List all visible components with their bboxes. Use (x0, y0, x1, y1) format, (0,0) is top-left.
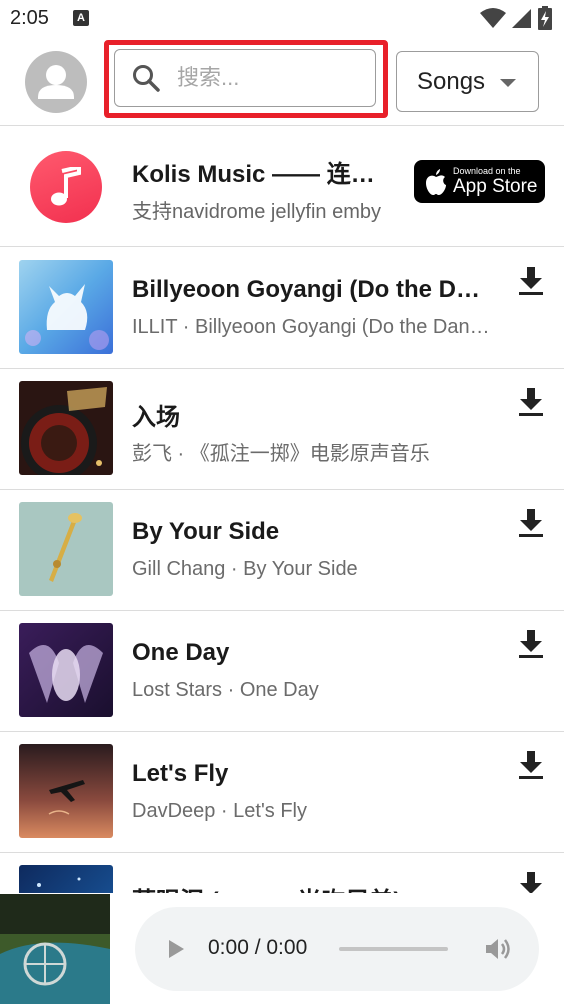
progress-slider[interactable] (339, 947, 448, 951)
song-row[interactable]: Billyeoon Goyangi (Do the Dance) ILLIT ·… (0, 248, 564, 369)
song-title: 入场 (132, 404, 180, 431)
download-icon[interactable] (517, 266, 545, 296)
now-playing-cover[interactable] (0, 894, 110, 1004)
download-icon[interactable] (517, 629, 545, 659)
promo-title: Kolis Music —— 连接音乐 (132, 161, 392, 188)
download-icon[interactable] (517, 387, 545, 417)
type-select-value: Songs (417, 67, 486, 95)
song-title: One Day (132, 639, 230, 666)
album-cover (19, 744, 113, 838)
song-title: Let's Fly (132, 760, 229, 787)
apple-icon (426, 168, 446, 195)
search-icon (133, 65, 160, 92)
battery-charging-icon (538, 6, 552, 30)
album-cover (19, 381, 113, 475)
song-row[interactable]: Let's Fly DavDeep · Let's Fly (0, 732, 564, 853)
play-icon[interactable] (169, 940, 184, 958)
promo-banner[interactable]: Kolis Music —— 连接音乐 支持navidrome jellyfin… (0, 127, 564, 247)
song-meta: DavDeep · Let's Fly (132, 800, 307, 822)
app-store-button[interactable]: Download on the App Store (414, 160, 545, 203)
playback-time: 0:00 / 0:00 (208, 936, 308, 959)
header: Songs (0, 38, 564, 126)
type-select[interactable]: Songs (396, 51, 539, 112)
music-app-icon (30, 151, 102, 223)
search-input[interactable] (177, 65, 357, 91)
volume-icon[interactable] (484, 936, 512, 962)
search-box[interactable] (114, 49, 376, 107)
music-note-icon (51, 167, 81, 206)
song-row[interactable]: 入场 彭飞 · 《孤注一掷》电影原声音乐 (0, 369, 564, 490)
avatar[interactable] (25, 51, 87, 113)
song-row[interactable]: By Your Side Gill Chang · By Your Side (0, 490, 564, 611)
signal-icon (512, 9, 531, 28)
status-time: 2:05 (10, 7, 49, 29)
album-cover (19, 502, 113, 596)
album-cover (19, 260, 113, 354)
status-icons (480, 6, 552, 30)
song-meta: 彭飞 · 《孤注一掷》电影原声音乐 (132, 443, 430, 465)
promo-subtitle: 支持navidrome jellyfin emby (132, 201, 381, 223)
song-list: Billyeoon Goyangi (Do the Dance) ILLIT ·… (0, 248, 564, 974)
song-title: Billyeoon Goyangi (Do the Dance) (132, 276, 487, 303)
download-icon[interactable] (517, 750, 545, 780)
player-bar: 0:00 / 0:00 (0, 893, 564, 1004)
user-icon (38, 65, 74, 99)
audio-player: 0:00 / 0:00 (135, 907, 539, 991)
app-store-small: Download on the (453, 166, 521, 176)
wifi-icon (480, 8, 506, 28)
album-cover (19, 623, 113, 717)
caret-down-icon (500, 79, 516, 87)
notification-icon: A (73, 10, 89, 26)
download-icon[interactable] (517, 508, 545, 538)
app-store-big: App Store (453, 176, 538, 197)
song-meta: Gill Chang · By Your Side (132, 558, 358, 580)
song-row[interactable]: One Day Lost Stars · One Day (0, 611, 564, 732)
status-bar: 2:05 A (0, 0, 564, 38)
song-title: By Your Side (132, 518, 280, 545)
song-meta: ILLIT · Billyeoon Goyangi (Do the Dance) (132, 316, 492, 338)
song-meta: Lost Stars · One Day (132, 679, 319, 701)
